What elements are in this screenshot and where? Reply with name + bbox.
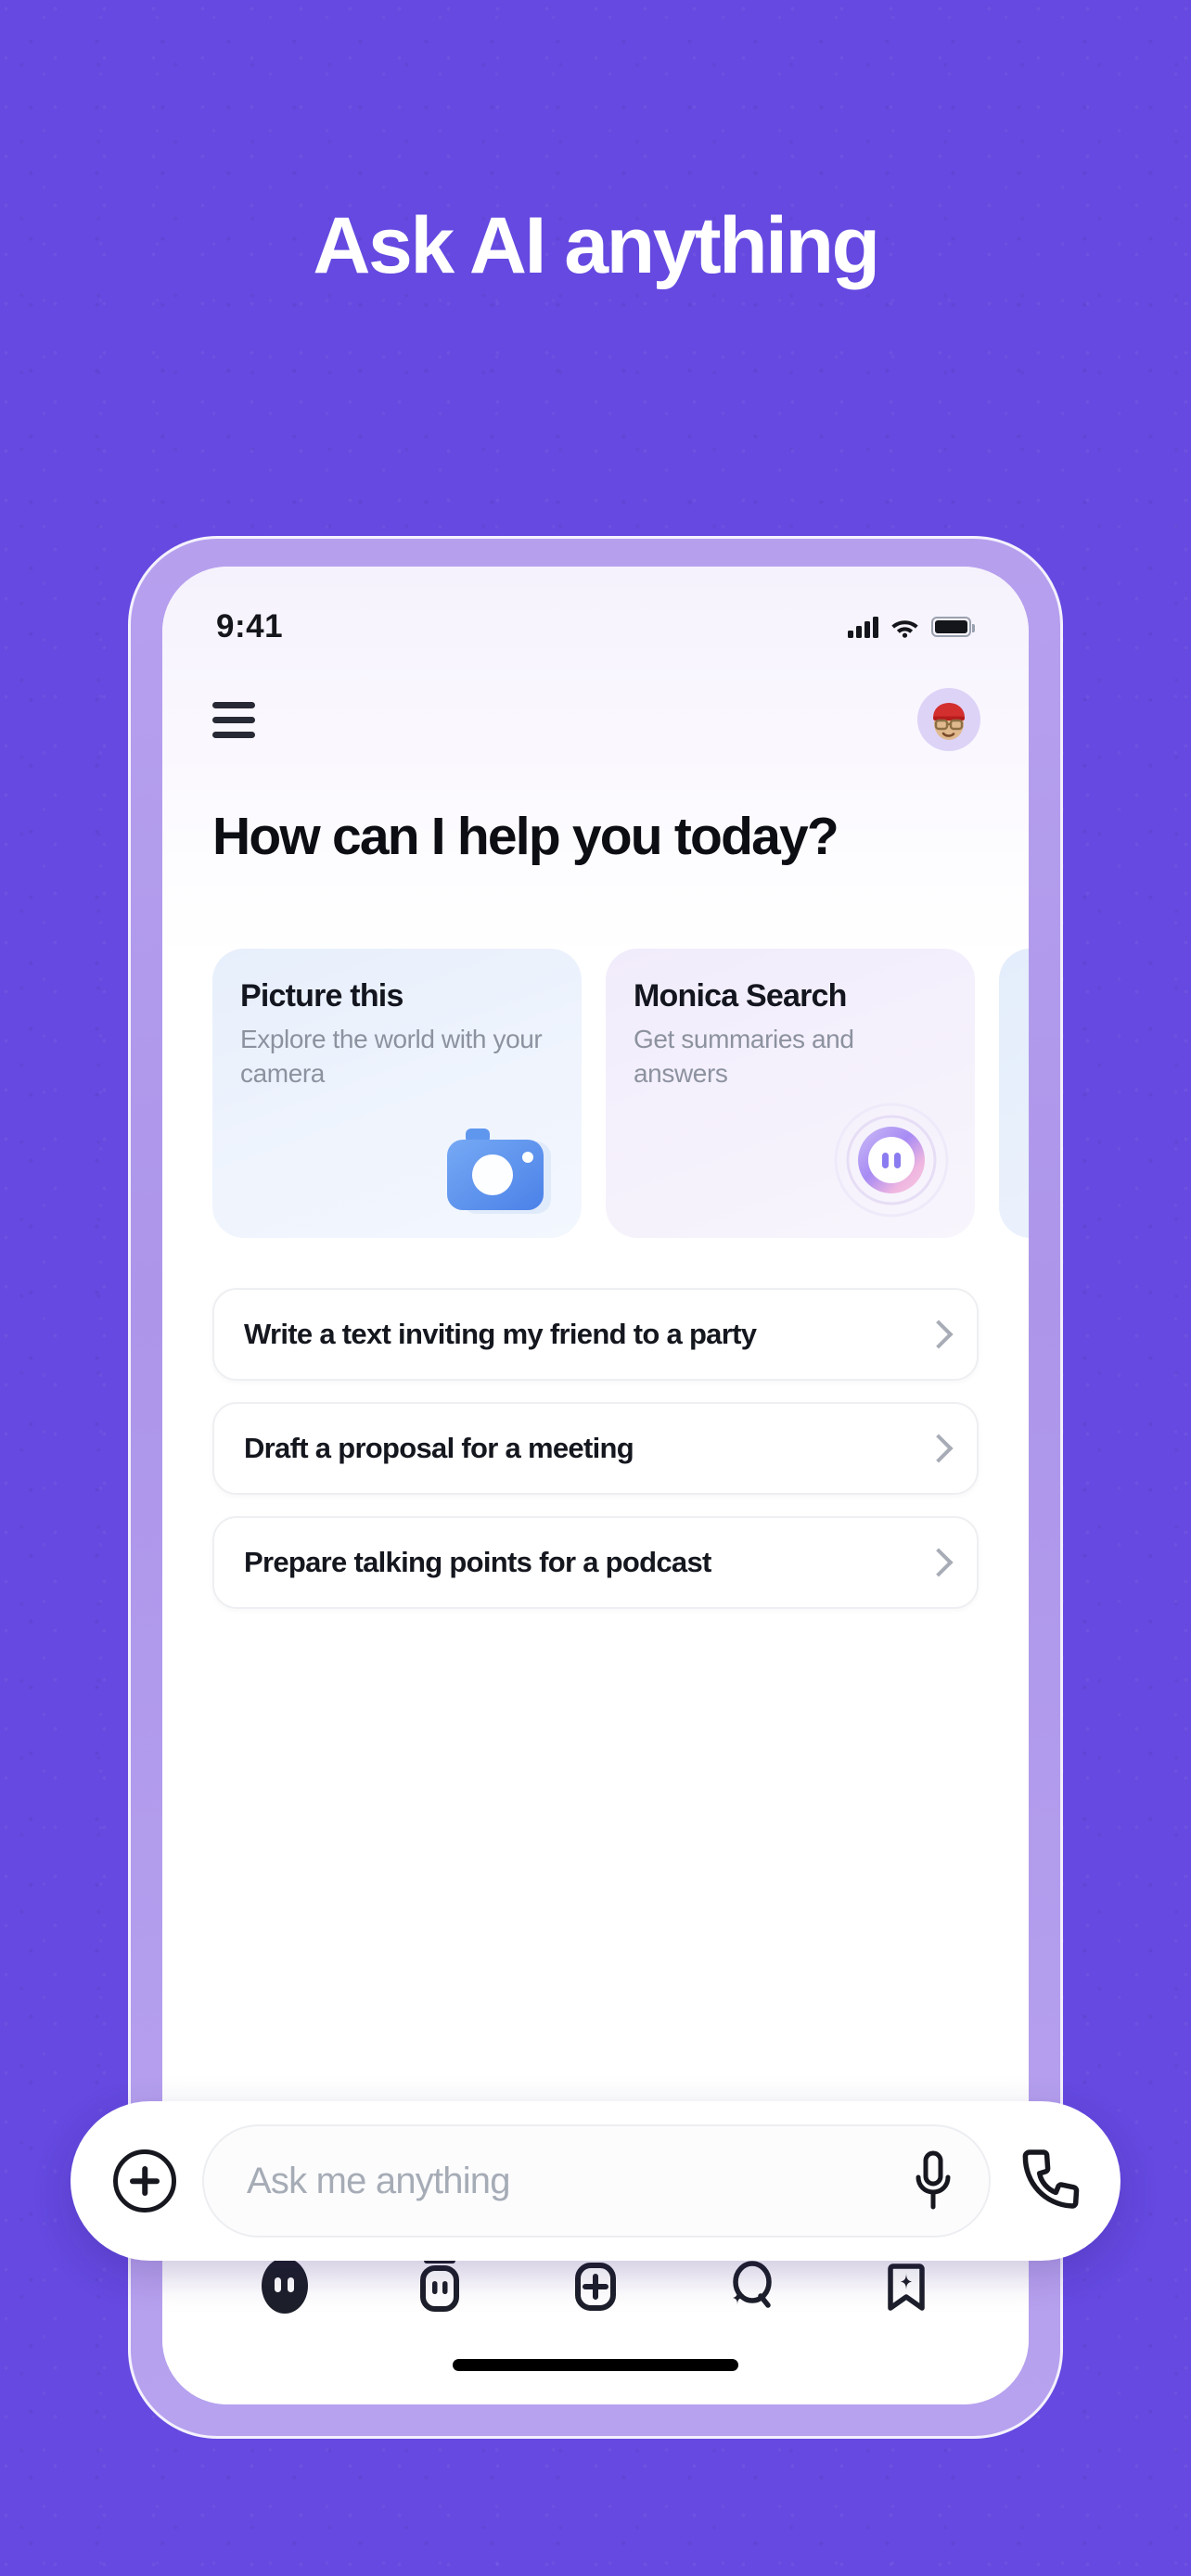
app-header — [162, 669, 1029, 771]
feature-card-title: Monica Search — [634, 978, 847, 1014]
status-bar-clock: 9:41 — [216, 608, 284, 644]
list-item[interactable]: Write a text inviting my friend to a par… — [212, 1288, 979, 1381]
suggestion-label: Write a text inviting my friend to a par… — [244, 1318, 757, 1350]
camera-icon — [440, 1119, 556, 1218]
page-title: How can I help you today? — [212, 807, 839, 866]
search-sparkle-icon — [732, 2261, 772, 2308]
feature-card-subtitle: Explore the world with your camera — [240, 1025, 543, 1089]
plus-square-icon — [574, 2263, 616, 2311]
monica-face-icon — [261, 2258, 308, 2314]
feature-card-carousel[interactable]: Picture this Explore the world with your… — [212, 949, 1029, 1238]
home-indicator — [453, 2359, 738, 2371]
battery-full-icon — [931, 617, 975, 637]
phone-call-icon[interactable] — [1017, 2145, 1082, 2217]
bot-icon — [420, 2258, 460, 2312]
chevron-right-icon — [924, 1320, 954, 1349]
hamburger-menu-icon[interactable] — [212, 701, 255, 738]
chevron-right-icon — [924, 1548, 954, 1577]
hero-headline: Ask AI anything — [313, 201, 880, 290]
feature-card-next[interactable] — [999, 949, 1029, 1238]
search-input-placeholder: Ask me anything — [247, 2160, 511, 2201]
chat-input-bar: Ask me anything — [70, 2101, 1121, 2261]
microphone-icon[interactable] — [909, 2148, 957, 2214]
feature-card-title: Picture this — [240, 978, 403, 1014]
bookmark-sparkle-icon — [888, 2264, 925, 2311]
search-input[interactable]: Ask me anything — [202, 2124, 991, 2238]
suggestion-label: Prepare talking points for a podcast — [244, 1546, 711, 1578]
suggestion-list: Write a text inviting my friend to a par… — [212, 1288, 979, 1630]
chevron-right-icon — [924, 1434, 954, 1463]
feature-card-monica-search[interactable]: Monica Search Get summaries and answers — [606, 949, 975, 1238]
wifi-icon — [891, 619, 918, 638]
list-item[interactable]: Prepare talking points for a podcast — [212, 1516, 979, 1609]
list-item[interactable]: Draft a proposal for a meeting — [212, 1402, 979, 1495]
cellular-bars-icon — [848, 616, 878, 638]
status-bar-icons — [848, 616, 975, 638]
suggestion-label: Draft a proposal for a meeting — [244, 1432, 634, 1464]
feature-card-picture-this[interactable]: Picture this Explore the world with your… — [212, 949, 582, 1238]
status-bar: 9:41 — [162, 567, 1029, 669]
plus-circle-icon[interactable] — [113, 2149, 176, 2213]
feature-card-subtitle: Get summaries and answers — [634, 1025, 854, 1089]
user-avatar-icon[interactable] — [917, 688, 980, 751]
monica-face-icon — [834, 1103, 949, 1218]
